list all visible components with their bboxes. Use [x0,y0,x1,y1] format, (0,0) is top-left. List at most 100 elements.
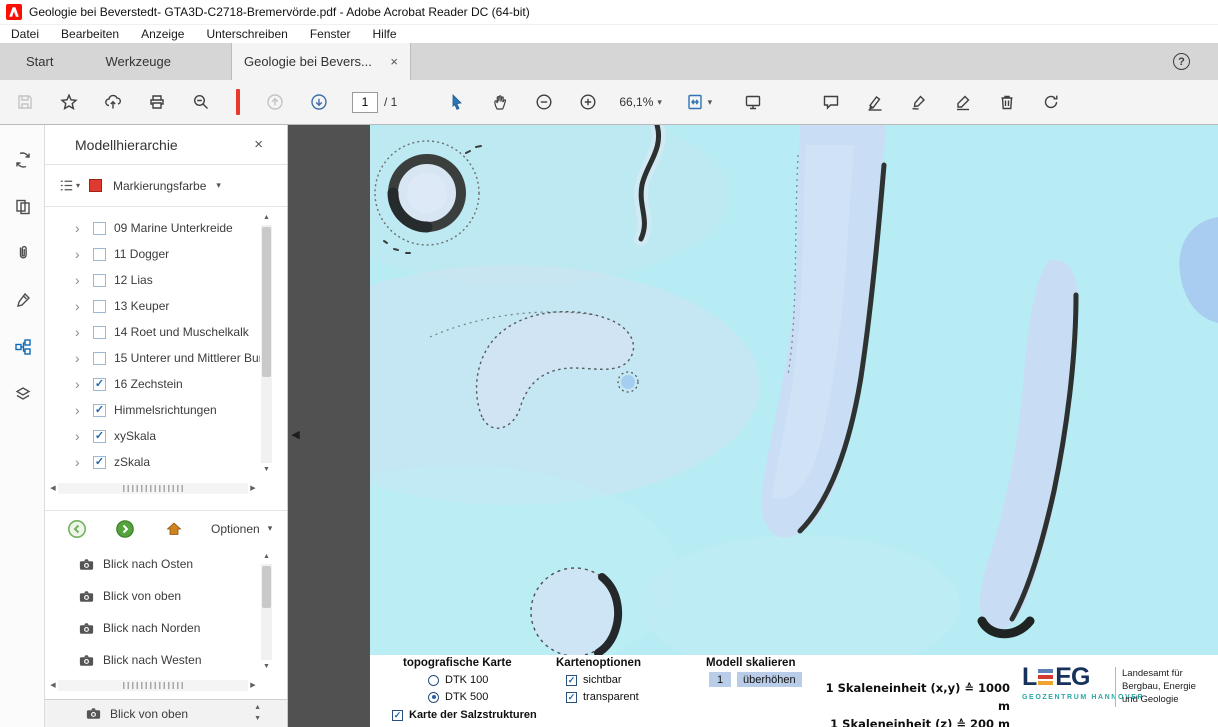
layers-icon[interactable] [12,383,34,405]
chevron-right-icon[interactable]: › [75,350,87,366]
layer-checkbox[interactable]: ✓ [93,326,106,339]
exaggerate-button[interactable]: überhöhen [737,672,802,687]
refresh-button[interactable] [1034,85,1068,119]
tab-document[interactable]: Geologie bei Bevers... × [231,43,411,80]
tree-horizontal-scrollbar[interactable]: ◀ ▶ [48,481,258,495]
comment-button[interactable] [814,85,848,119]
list-options-icon[interactable] [58,177,75,194]
save-button[interactable] [8,85,42,119]
layer-checkbox[interactable]: ✓ [93,352,106,365]
scroll-right-icon[interactable]: ▶ [248,681,258,689]
page-number-input[interactable] [352,92,378,113]
chevron-right-icon[interactable]: › [75,454,87,470]
chevron-right-icon[interactable]: › [75,428,87,444]
scroll-up-icon[interactable]: ▲ [263,552,270,562]
close-icon[interactable]: × [254,136,263,153]
tree-item[interactable]: ›✓Himmelsrichtungen [45,397,260,423]
zoom-level-dropdown[interactable]: 66,1% ▾ [619,95,662,109]
zoom-out-button[interactable] [527,85,561,119]
tree-vertical-scrollbar[interactable]: ▲ ▼ [260,213,273,475]
scrollbar-thumb[interactable] [262,566,271,608]
zoom-in-button[interactable] [571,85,605,119]
layer-checkbox[interactable]: ✓ [93,300,106,313]
scroll-up-icon[interactable]: ▲ [263,213,270,223]
views-vertical-scrollbar[interactable]: ▲ ▼ [260,552,273,672]
star-button[interactable] [52,85,86,119]
scroll-down-icon[interactable]: ▼ [254,713,261,724]
pages-icon[interactable] [12,196,34,218]
layer-checkbox[interactable]: ✓ [93,430,106,443]
scroll-right-icon[interactable]: ▶ [248,484,258,492]
chevron-right-icon[interactable]: › [75,324,87,340]
zoom-search-button[interactable] [184,85,218,119]
views-horizontal-scrollbar[interactable]: ◀ ▶ [48,678,258,692]
pen-icon[interactable] [12,289,34,311]
previous-page-button[interactable] [258,85,292,119]
layer-checkbox[interactable]: ✓ [93,404,106,417]
layer-checkbox[interactable]: ✓ [93,248,106,261]
radio-dtk500[interactable] [428,692,439,703]
chevron-right-icon[interactable]: › [75,220,87,236]
checkbox-sichtbar[interactable]: ✓ [566,675,577,686]
checkbox-salzstrukturen[interactable]: ✓ [392,710,403,721]
convert-icon[interactable] [12,149,34,171]
help-icon[interactable]: ? [1173,53,1190,70]
scrollbar-grip[interactable] [123,485,183,492]
geology-3d-map[interactable] [370,125,1218,655]
tab-start[interactable]: Start [0,43,79,80]
sign-button[interactable] [902,85,936,119]
tree-item[interactable]: ›✓15 Unterer und Mittlerer Bur [45,345,260,371]
view-item[interactable]: Blick von oben [45,580,260,612]
select-tool-button[interactable] [439,85,473,119]
highlight-button[interactable] [858,85,892,119]
menu-hilfe[interactable]: Hilfe [362,27,408,41]
menu-datei[interactable]: Datei [0,27,50,41]
model-tree-icon[interactable] [12,336,34,358]
chevron-right-icon[interactable]: › [75,298,87,314]
menu-bearbeiten[interactable]: Bearbeiten [50,27,130,41]
menu-unterschreiben[interactable]: Unterschreiben [195,27,298,41]
chevron-right-icon[interactable]: › [75,402,87,418]
tree-item[interactable]: ›✓16 Zechstein [45,371,260,397]
fill-sign-button[interactable] [946,85,980,119]
next-page-button[interactable] [302,85,336,119]
scroll-up-icon[interactable]: ▲ [254,702,261,713]
tab-werkzeuge[interactable]: Werkzeuge [79,43,197,80]
previous-view-button[interactable] [67,519,87,539]
scale-value-field[interactable]: 1 [709,672,731,687]
view-item[interactable]: Blick nach Norden [45,612,260,644]
tree-item[interactable]: ›✓09 Marine Unterkreide [45,215,260,241]
pdf-page[interactable]: topografische Karte DTK 100 DTK 500 ✓ Ka… [370,125,1218,727]
menu-anzeige[interactable]: Anzeige [130,27,195,41]
options-dropdown[interactable]: Optionen [211,522,260,536]
scroll-down-icon[interactable]: ▼ [263,465,270,475]
chevron-down-icon[interactable]: ▾ [268,523,273,534]
home-view-icon[interactable] [165,520,183,538]
screen-mode-button[interactable] [736,85,770,119]
scrollbar-thumb[interactable] [262,227,271,377]
layer-checkbox[interactable]: ✓ [93,222,106,235]
hand-tool-button[interactable] [483,85,517,119]
view-item[interactable]: Blick nach Westen [45,644,260,676]
print-button[interactable] [140,85,174,119]
scroll-left-icon[interactable]: ◀ [48,681,58,689]
fit-page-dropdown[interactable]: ▾ [676,85,722,119]
chevron-right-icon[interactable]: › [75,272,87,288]
tree-item[interactable]: ›✓zSkala [45,449,260,475]
marker-color-swatch[interactable] [89,179,102,192]
chevron-down-icon[interactable]: ▾ [216,180,221,191]
next-view-button[interactable] [115,519,135,539]
menu-fenster[interactable]: Fenster [299,27,362,41]
tree-item[interactable]: ›✓13 Keuper [45,293,260,319]
radio-dtk100[interactable] [428,675,439,686]
scrollbar-grip[interactable] [123,682,183,689]
current-view-bar[interactable]: Blick von oben ▲▼ [45,699,287,727]
checkbox-transparent[interactable]: ✓ [566,692,577,703]
panel-collapse-button[interactable]: ◀ [289,421,302,447]
share-cloud-button[interactable] [96,85,130,119]
delete-button[interactable] [990,85,1024,119]
tree-item[interactable]: ›✓xySkala [45,423,260,449]
layer-checkbox[interactable]: ✓ [93,456,106,469]
tree-item[interactable]: ›✓11 Dogger [45,241,260,267]
tree-item[interactable]: ›✓12 Lias [45,267,260,293]
